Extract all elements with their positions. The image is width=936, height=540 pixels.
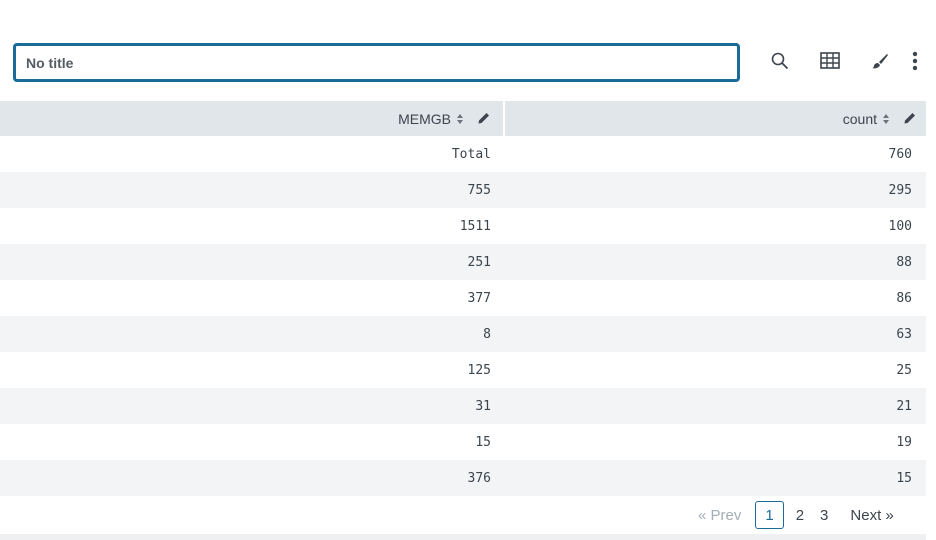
panel: MEMGB count (0, 0, 936, 540)
cell-memgb: 1511 (459, 218, 491, 234)
table-format-button[interactable] (817, 48, 843, 74)
table-row: 755 295 (0, 172, 926, 208)
cell-memgb: 8 (483, 326, 491, 342)
page-link-2[interactable]: 2 (788, 502, 812, 528)
cell-count: 86 (896, 290, 912, 306)
cell-memgb: 377 (467, 290, 491, 306)
scroll-gutter (926, 0, 936, 540)
column-header-count[interactable]: count (505, 101, 926, 136)
cell-memgb: Total (451, 146, 491, 162)
page-link-1[interactable]: 1 (755, 501, 784, 529)
cell-memgb: 251 (467, 254, 491, 270)
next-page-link[interactable]: Next » (842, 502, 901, 528)
results-table: MEMGB count Total 760 755 295 1511 100 2… (0, 101, 926, 496)
cell-count: 19 (896, 434, 912, 450)
cell-count: 295 (888, 182, 912, 198)
table-row: Total 760 (0, 136, 926, 172)
table-row: 1511 100 (0, 208, 926, 244)
cell-count: 15 (896, 470, 912, 486)
table-row: 376 15 (0, 460, 926, 496)
sort-icon[interactable] (456, 113, 464, 125)
page-link-3[interactable]: 3 (812, 502, 836, 528)
cell-memgb: 15 (475, 434, 491, 450)
table-row: 31 21 (0, 388, 926, 424)
more-vertical-icon (912, 51, 918, 71)
cell-count: 100 (888, 218, 912, 234)
cell-count: 760 (888, 146, 912, 162)
cell-memgb: 125 (467, 362, 491, 378)
format-button[interactable] (867, 48, 893, 74)
cell-memgb: 31 (475, 398, 491, 414)
more-actions-button[interactable] (903, 48, 927, 74)
cell-memgb: 376 (467, 470, 491, 486)
table-row: 251 88 (0, 244, 926, 280)
table-row: 15 19 (0, 424, 926, 460)
cell-count: 63 (896, 326, 912, 342)
sort-icon[interactable] (882, 113, 890, 125)
column-header-label: count (842, 110, 877, 127)
pagination: « Prev 1 2 3 Next » (690, 500, 902, 530)
search-icon (771, 52, 788, 69)
cell-count: 88 (896, 254, 912, 270)
pencil-icon[interactable] (903, 112, 916, 125)
paintbrush-icon (872, 54, 888, 69)
table-icon (820, 52, 840, 69)
cell-count: 25 (896, 362, 912, 378)
column-header-label: MEMGB (398, 110, 451, 127)
pencil-icon[interactable] (477, 112, 490, 125)
table-row: 125 25 (0, 352, 926, 388)
cell-memgb: 755 (467, 182, 491, 198)
prev-page-link: « Prev (698, 506, 742, 524)
table-header-row: MEMGB count (0, 101, 926, 136)
table-row: 8 63 (0, 316, 926, 352)
search-button[interactable] (767, 48, 793, 74)
column-header-memgb[interactable]: MEMGB (0, 101, 505, 136)
cell-count: 21 (896, 398, 912, 414)
table-row: 377 86 (0, 280, 926, 316)
bottom-divider (0, 534, 926, 540)
panel-title-input[interactable] (13, 43, 740, 82)
table-body: Total 760 755 295 1511 100 251 88 377 86… (0, 136, 926, 496)
